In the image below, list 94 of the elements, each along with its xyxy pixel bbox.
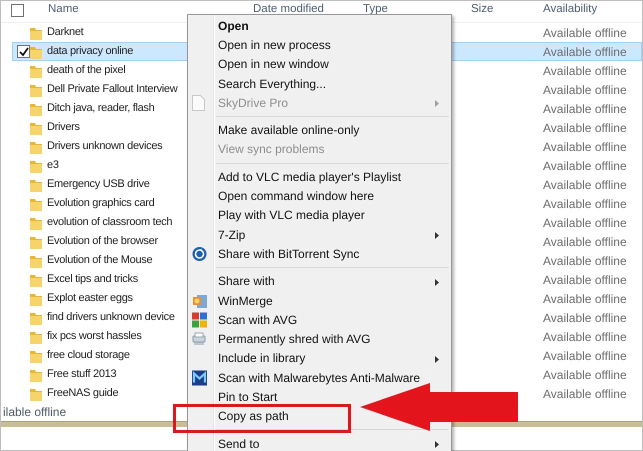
menu-item[interactable]: Share with <box>218 274 275 288</box>
folder-icon <box>30 64 42 78</box>
file-name: Dell Private Fallout Interview <box>47 83 178 95</box>
menu-item[interactable]: Open command window here <box>218 189 374 204</box>
availability-text: Available offline <box>543 83 627 97</box>
file-name: Evolution of the browser <box>47 235 158 247</box>
availability-text: Available offline <box>543 121 627 135</box>
file-name: Evolution graphics card <box>47 197 154 209</box>
menu-item[interactable]: Open in new process <box>218 38 331 52</box>
merge-icon <box>192 292 208 308</box>
folder-icon <box>30 330 42 344</box>
column-header[interactable]: Name <box>48 3 79 15</box>
file-name: e3 <box>47 159 59 171</box>
availability-text: Available offline <box>543 45 627 59</box>
file-name: Drivers <box>47 121 80 133</box>
folder-icon <box>30 311 42 325</box>
availability-text: Available offline <box>543 216 627 230</box>
menu-item[interactable]: Open <box>218 18 249 33</box>
file-name: Explot easter eggs <box>47 292 133 304</box>
availability-text: Available offline <box>543 273 627 287</box>
folder-icon <box>30 273 42 287</box>
document-icon <box>192 94 205 111</box>
availability-text: Available offline <box>543 140 627 154</box>
file-name: Free stuff 2013 <box>47 368 116 380</box>
folder-icon <box>30 140 42 154</box>
folder-icon <box>30 254 42 268</box>
file-name: FreeNAS guide <box>47 387 118 399</box>
folder-icon <box>30 349 42 363</box>
menu-item[interactable]: Add to VLC media player's Playlist <box>218 170 402 184</box>
file-name: Darknet <box>47 26 84 38</box>
availability-text: Available offline <box>543 64 627 78</box>
availability-text: Available offline <box>543 102 627 116</box>
availability-text: Available offline <box>543 159 627 173</box>
availability-text: Available offline <box>543 349 627 363</box>
menu-item[interactable]: Copy as path <box>218 409 289 424</box>
availability-text: Available offline <box>543 311 627 325</box>
tiles-icon <box>192 312 207 328</box>
file-name: Evolution of the Mouse <box>47 254 152 266</box>
menu-item[interactable]: Scan with Malwarebytes Anti-Malware <box>218 370 420 385</box>
folder-icon <box>30 368 42 382</box>
availability-text: Available offline <box>543 330 627 344</box>
malware-scanner-icon <box>192 370 207 386</box>
availability-text: Available offline <box>543 26 627 40</box>
folder-icon <box>30 292 42 306</box>
availability-text: Available offline <box>543 197 627 211</box>
availability-text: Available offline <box>543 235 627 249</box>
availability-text: Available offline <box>543 368 627 382</box>
availability-text: Available offline <box>543 387 627 401</box>
menu-item[interactable]: Search Everything... <box>218 76 326 91</box>
checkbox[interactable] <box>11 4 24 17</box>
file-name: free cloud storage <box>47 349 130 361</box>
folder-icon <box>30 159 42 173</box>
availability-text: Available offline <box>543 292 627 306</box>
file-name: evolution of classroom tech <box>47 216 172 228</box>
file-name: Drivers unknown devices <box>47 140 162 152</box>
column-header[interactable]: Availability <box>543 3 598 15</box>
menu-item[interactable]: Open in new window <box>218 57 329 72</box>
folder-icon <box>30 387 42 401</box>
availability-text: Available offline <box>543 254 627 268</box>
column-header[interactable]: Size <box>471 3 494 15</box>
folder-icon <box>30 178 42 192</box>
file-name: death of the pixel <box>47 64 126 76</box>
file-name: fix pcs worst hassles <box>47 330 142 342</box>
file-name: Ditch java, reader, flash <box>47 102 154 114</box>
menu-item[interactable]: Send to <box>218 436 260 451</box>
file-name: Emergency USB drive <box>47 178 150 190</box>
menu-item[interactable]: Play with VLC media player <box>218 208 365 222</box>
shredder-icon <box>192 332 206 346</box>
availability-text: Available offline <box>543 178 627 192</box>
folder-icon <box>30 83 42 97</box>
menu-item[interactable]: WinMerge <box>218 294 273 308</box>
folder-icon <box>30 45 42 59</box>
menu-item[interactable]: Scan with AVG <box>218 312 298 327</box>
menu-item[interactable]: Pin to Start <box>218 390 278 404</box>
menu-item[interactable]: 7-Zip <box>218 228 246 242</box>
column-header[interactable]: Type <box>363 3 388 15</box>
folder-icon <box>30 121 42 135</box>
menu-item[interactable]: Make available online-only <box>218 123 360 138</box>
folder-icon <box>30 235 42 249</box>
menu-item[interactable]: Share with BitTorrent Sync <box>218 246 360 261</box>
column-header[interactable]: Date modified <box>253 3 324 15</box>
status-text: ilable offline <box>2 405 66 419</box>
folder-icon <box>30 102 42 116</box>
folder-icon <box>30 216 42 230</box>
menu-item[interactable]: Permanently shred with AVG <box>218 332 371 346</box>
checkbox[interactable] <box>17 45 30 58</box>
check-mark-icon <box>18 46 28 56</box>
sync-icon <box>192 246 207 262</box>
file-name: Excel tips and tricks <box>47 273 138 285</box>
file-name: data privacy online <box>47 45 134 57</box>
folder-icon <box>30 197 42 211</box>
folder-icon <box>30 26 42 40</box>
menu-item[interactable]: Include in library <box>218 351 306 366</box>
file-name: find drivers unknown device <box>47 311 175 323</box>
